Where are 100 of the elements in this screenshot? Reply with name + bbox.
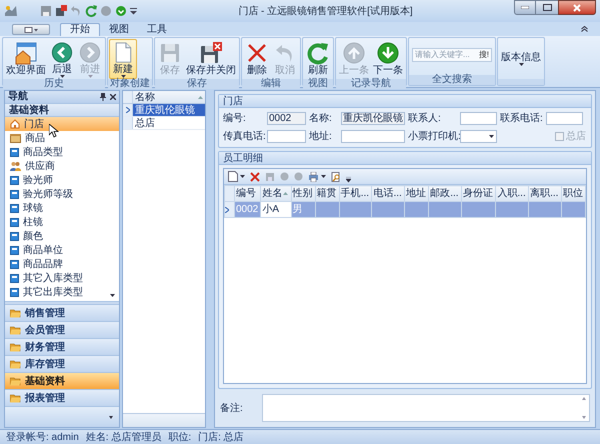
ribbon-tab[interactable]: 视图 [100, 23, 138, 36]
floppy-x-icon [199, 41, 223, 65]
printer-icon [308, 172, 319, 182]
nav-item[interactable]: 商品单位 [5, 243, 119, 257]
menu-icon [24, 26, 38, 32]
input-field[interactable] [267, 130, 306, 143]
ribbon-button[interactable]: 版本信息 [499, 39, 543, 79]
ribbon-tab[interactable]: 工具 [138, 23, 176, 36]
close-button[interactable] [558, 0, 596, 15]
scroll-down-icon[interactable] [110, 294, 115, 297]
folder-icon [10, 326, 21, 334]
toolbar-button[interactable] [308, 172, 326, 182]
nav-item[interactable]: 其它出库类型 [5, 285, 119, 299]
nav-item[interactable]: 验光师 [5, 173, 119, 187]
form-icon [10, 176, 19, 184]
column-header[interactable]: 邮政... [428, 186, 462, 202]
form-icon [10, 260, 19, 268]
application-menu-button[interactable] [12, 24, 50, 35]
house-icon [14, 41, 38, 65]
checkbox-icon [555, 132, 564, 141]
ribbon-button[interactable]: 新建 [109, 39, 137, 79]
nav-item[interactable]: 供应商 [5, 159, 119, 173]
caret-icon [321, 175, 326, 178]
nav-group[interactable]: 销售管理 [5, 305, 119, 322]
column-header[interactable]: 离职... [528, 186, 562, 202]
nav-item[interactable]: 商品类型 [5, 145, 119, 159]
search-icon [331, 172, 341, 182]
folder-icon [10, 376, 21, 386]
input-field[interactable] [341, 130, 405, 143]
ribbon-button[interactable]: 刷新 [304, 39, 332, 79]
folder-icon [10, 342, 21, 352]
dropdown-field[interactable] [460, 130, 497, 143]
house-icon [10, 119, 20, 129]
collapse-icon[interactable] [581, 26, 588, 32]
nav-item[interactable]: 门店 [5, 117, 119, 131]
form-icon [10, 190, 19, 198]
nav-item[interactable]: 验光师等级 [5, 187, 119, 201]
ribbon-button[interactable]: 保存并关闭 [184, 39, 238, 79]
nav-group[interactable]: 会员管理 [5, 322, 119, 339]
close-icon[interactable] [110, 94, 116, 100]
column-header[interactable]: 手机... [339, 186, 372, 202]
nav-item[interactable]: 商品品牌 [5, 257, 119, 271]
minimize-button[interactable] [514, 0, 536, 15]
form-icon [10, 148, 19, 156]
nav-group[interactable]: 库存管理 [5, 356, 119, 373]
ribbon-button[interactable]: 删除 [243, 39, 271, 79]
panel-title: 导航 [8, 91, 28, 103]
column-header[interactable]: 姓名 [260, 186, 292, 202]
nav-item[interactable]: 柱镜 [5, 215, 119, 229]
ribbon-button[interactable]: 后退 [48, 39, 76, 79]
app-icon[interactable] [4, 4, 18, 18]
nav-group[interactable]: 基础资料 [5, 373, 119, 390]
column-header[interactable]: 编号 [234, 186, 261, 202]
column-header[interactable]: 性别 [291, 186, 316, 202]
box-icon [10, 133, 21, 143]
sort-icon [283, 192, 288, 195]
group-label: 历史 [3, 79, 105, 89]
ribbon-button[interactable]: 下一条 [371, 39, 405, 79]
column-header[interactable]: 籍贯 [315, 186, 340, 202]
remark-field[interactable] [262, 394, 590, 422]
ribbon-button[interactable]: 欢迎界面 [4, 39, 48, 79]
group-label: 视图 [303, 79, 333, 89]
nav-group[interactable]: 财务管理 [5, 339, 119, 356]
group-title: 门店 [219, 95, 591, 108]
column-header[interactable]: 职位 [561, 186, 586, 202]
toolbar-button[interactable] [228, 171, 245, 182]
form-icon [10, 246, 19, 254]
save-icon[interactable] [40, 5, 52, 17]
customize-caret-icon[interactable] [130, 8, 137, 14]
input-field[interactable]: 0002 [267, 112, 306, 125]
header-text: 名称 [135, 90, 155, 104]
list-row[interactable]: 重庆凯伦眼镜 [133, 104, 205, 116]
column-header[interactable]: 入职... [496, 186, 529, 202]
nav-item[interactable]: 球镜 [5, 201, 119, 215]
delete-icon [250, 172, 260, 182]
column-header[interactable]: 电话... [372, 186, 405, 202]
nav-item[interactable]: 颜色 [5, 229, 119, 243]
group-label: 保存 [155, 79, 239, 89]
nav-group[interactable]: 报表管理 [5, 390, 119, 407]
scrollbar-icon[interactable] [581, 395, 587, 421]
input-field[interactable] [460, 112, 497, 125]
form-icon [10, 218, 19, 226]
overflow-icon[interactable] [346, 177, 351, 183]
floppy-x-icon[interactable] [55, 5, 67, 17]
caret-icon[interactable] [109, 416, 113, 418]
refresh-icon[interactable] [85, 5, 97, 17]
list-row[interactable]: 总店 [133, 117, 205, 129]
ribbon-tab[interactable]: 开始 [60, 23, 100, 36]
folder-icon [10, 360, 21, 368]
search-field[interactable]: 请输入关键字... 搜! [412, 48, 492, 62]
input-field[interactable] [546, 112, 583, 125]
column-header[interactable]: 地址 [404, 186, 429, 202]
search-button[interactable]: 搜! [478, 51, 489, 59]
maximize-button[interactable] [536, 0, 558, 15]
table-cell: 男 [291, 202, 316, 218]
pin-icon[interactable] [100, 93, 106, 101]
column-header[interactable]: 身份证 [461, 186, 496, 202]
nav-item[interactable]: 商品 [5, 131, 119, 145]
nav-item[interactable]: 其它入库类型 [5, 271, 119, 285]
column-header[interactable]: 名称 [133, 91, 205, 103]
